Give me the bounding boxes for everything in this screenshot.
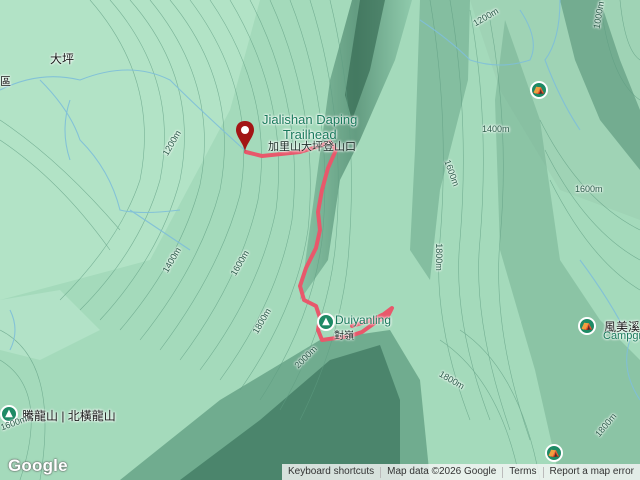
poi-label-duiyanling-chinese: 對嶺 <box>334 331 354 342</box>
trailhead-chinese-label: 加里山大坪登山口 <box>268 141 356 153</box>
keyboard-shortcuts-link[interactable]: Keyboard shortcuts <box>282 464 380 480</box>
campground-icon[interactable]: ⛺ <box>530 81 548 99</box>
mountain-peak-icon[interactable]: ▲ <box>317 313 335 331</box>
poi-label-tenglong[interactable]: 騰龍山 | 北橫龍山 <box>22 407 116 424</box>
poi-label-duiyanling[interactable]: Duiyanling <box>335 313 391 327</box>
place-label-daping: 大坪 <box>50 52 75 66</box>
contour-label: 1800m <box>433 243 444 271</box>
campground-icon[interactable]: ⛺ <box>578 317 596 335</box>
contour-label: 1600m <box>575 184 603 194</box>
poi-label-campground: Campgr <box>603 330 640 342</box>
map-data-attribution: Map data ©2026 Google <box>387 466 497 477</box>
report-map-error-link[interactable]: Report a map error <box>544 464 640 480</box>
district-label-fragment: 區 <box>0 76 11 88</box>
contour-label: 1400m <box>482 124 510 134</box>
map-view[interactable]: Jialishan Daping Trailhead 加里山大坪登山口 大坪 區… <box>0 0 640 480</box>
google-logo: Google <box>8 456 68 475</box>
terms-link[interactable]: Terms <box>503 464 542 480</box>
location-pin-icon[interactable] <box>235 120 255 154</box>
campground-icon[interactable]: ⛺ <box>545 444 563 462</box>
map-footer: Keyboard shortcuts Map data ©2026 Google… <box>281 464 640 480</box>
trailhead-label-line1: Jialishan Daping <box>262 112 358 127</box>
